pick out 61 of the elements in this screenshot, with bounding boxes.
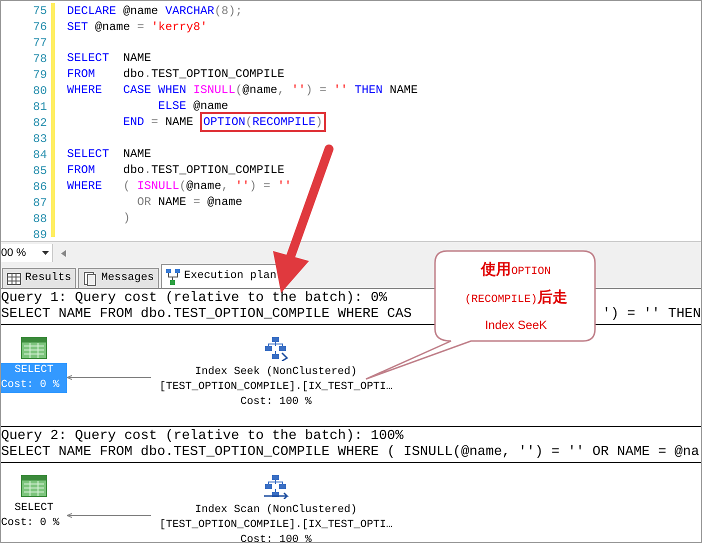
operator-title: SELECT [14, 363, 54, 378]
line-number: 85 [32, 163, 47, 179]
cost-label: Cost: 0 % [1, 378, 60, 393]
line-number: 88 [32, 211, 47, 227]
query-text: SELECT NAME FROM dbo.TEST_OPTION_COMPILE WHERE CAS [1, 307, 412, 323]
highlight-box: OPTION(RECOMPILE) [200, 112, 326, 132]
line-number: 80 [32, 83, 47, 99]
scroll-left-icon[interactable] [61, 250, 66, 256]
plan-icon [166, 268, 180, 284]
code-editor[interactable] [1, 1, 701, 242]
code-line: END = NAME [122, 114, 194, 130]
code-line: FROM dbo.TEST_OPTION_COMPILE [67, 66, 284, 82]
code-line: DECLARE @name VARCHAR(8); [67, 3, 242, 19]
code-line: SELECT NAME [67, 50, 152, 66]
cost-label: Cost: 0 % [1, 516, 60, 531]
line-number: 84 [32, 147, 47, 163]
line-number: 86 [32, 179, 47, 195]
code-line: SET @name = 'kerry8' [67, 19, 208, 35]
line-number: 79 [32, 67, 47, 83]
code-line: ) [122, 210, 130, 226]
result-tab[interactable]: Execution plan [161, 264, 282, 288]
zoom-dropdown[interactable]: 00 % [1, 244, 53, 262]
code-line: OR NAME = @name [136, 194, 242, 210]
line-number: 75 [32, 3, 47, 19]
line-number: 82 [32, 115, 47, 131]
line-number: 78 [32, 51, 47, 67]
object-name: [TEST_OPTION_COMPILE].[IX_TEST_OPTI… [159, 518, 393, 533]
index-seek-icon [263, 337, 289, 361]
operator-title: Index Seek (NonClustered) [195, 365, 357, 380]
dropdown-caret-icon [42, 251, 49, 255]
code-line: FROM dbo.TEST_OPTION_COMPILE [67, 162, 284, 178]
cost-label: Cost: 100 % [240, 395, 312, 410]
query-text: SELECT NAME FROM dbo.TEST_OPTION_COMPILE WHERE ( ISNULL(@name, '') = '' OR NAME = @na [1, 445, 700, 461]
callout-text: Index SeeK [484, 317, 548, 334]
line-number: 76 [32, 19, 47, 35]
query-cost-header: Query 2: Query cost (relative to the batch): 100% [1, 429, 404, 445]
line-number: 89 [32, 227, 47, 243]
line-number: 81 [32, 99, 47, 115]
line-number: 83 [32, 131, 47, 147]
operator-title: SELECT [14, 501, 54, 516]
result-tab[interactable]: Results [2, 268, 76, 288]
code-line: SELECT NAME [67, 146, 152, 162]
callout-text: (RECOMPILE)后走 [464, 287, 568, 308]
query-text: ') = '' THEN [602, 307, 701, 323]
document-icon [83, 272, 98, 286]
line-number: 87 [32, 195, 47, 211]
grid-icon [7, 272, 21, 284]
query-cost-header: Query 1: Query cost (relative to the batch): 0% [1, 291, 388, 307]
object-name: [TEST_OPTION_COMPILE].[IX_TEST_OPTI… [159, 380, 393, 395]
operator-title: Index Scan (NonClustered) [195, 503, 357, 518]
cost-label: Cost: 100 % [240, 533, 312, 542]
table-icon [21, 475, 47, 497]
result-tab[interactable]: Messages [78, 268, 160, 288]
line-number: 77 [32, 35, 47, 51]
code-line: WHERE ( ISNULL(@name, '') = '' [67, 178, 292, 194]
code-line: ELSE @name [157, 98, 228, 114]
plan-node-label[interactable]: Index Scan (NonClustered) [TEST_OPTION_COMPILE].[IX_TEST_OPTI… Cost: 100 % [159, 503, 393, 542]
code-line: WHERE CASE WHEN ISNULL(@name, '') = '' THEN NAME [67, 82, 418, 98]
table-icon [21, 337, 47, 359]
callout-text: 使用OPTION [481, 259, 551, 280]
index-scan-icon [263, 475, 289, 499]
